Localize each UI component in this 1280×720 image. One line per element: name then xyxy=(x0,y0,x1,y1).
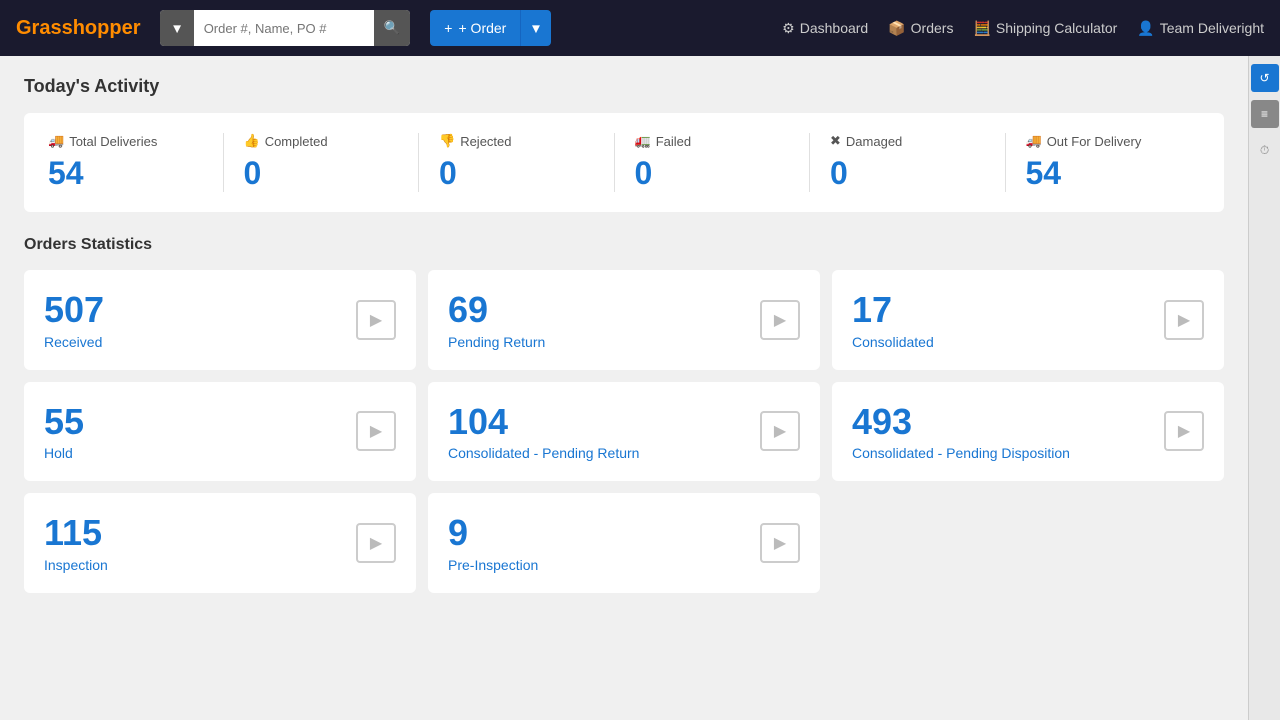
stat-value-inspection: 115 xyxy=(44,513,108,553)
total-deliveries-value: 54 xyxy=(48,155,203,192)
bars-sidebar-button[interactable]: ≡ xyxy=(1251,100,1279,128)
refresh-sidebar-button[interactable]: ↺ xyxy=(1251,64,1279,92)
stat-arrow-inspection[interactable]: ▶ xyxy=(356,523,396,563)
history-sidebar-button[interactable]: ⏱ xyxy=(1251,136,1279,164)
stat-content-pending-return: 69 Pending Return xyxy=(448,290,545,350)
stat-content-received: 507 Received xyxy=(44,290,104,350)
stat-card-inspection[interactable]: 115 Inspection ▶ xyxy=(24,493,416,593)
failed-label: 🚛 Failed xyxy=(635,133,790,149)
activity-out-for-delivery: 🚚 Out For Delivery 54 xyxy=(1006,133,1201,192)
stat-label-consolidated-pending-return: Consolidated - Pending Return xyxy=(448,445,639,461)
stat-label-consolidated: Consolidated xyxy=(852,334,934,350)
search-icon: 🔍 xyxy=(384,20,401,36)
app-logo: Grasshopper xyxy=(16,17,140,40)
add-order-dropdown-button[interactable]: ▼ xyxy=(520,10,550,46)
thumb-down-icon: 👎 xyxy=(439,133,455,149)
stat-card-pre-inspection[interactable]: 9 Pre-Inspection ▶ xyxy=(428,493,820,593)
stat-label-pre-inspection: Pre-Inspection xyxy=(448,557,538,573)
nav-shipping[interactable]: 🧮 Shipping Calculator xyxy=(973,20,1117,37)
stat-content-pre-inspection: 9 Pre-Inspection xyxy=(448,513,538,573)
search-input[interactable] xyxy=(194,10,374,46)
dashboard-icon: ⚙ xyxy=(782,20,795,37)
stat-value-pending-return: 69 xyxy=(448,290,545,330)
truck-icon: 🚚 xyxy=(48,133,64,149)
main-content: Today's Activity 🚚 Total Deliveries 54 👍… xyxy=(0,56,1248,613)
stat-card-consolidated-pending-disposition[interactable]: 493 Consolidated - Pending Disposition ▶ xyxy=(832,382,1224,482)
main-nav: ⚙ Dashboard 📦 Orders 🧮 Shipping Calculat… xyxy=(782,20,1264,37)
rejected-label: 👎 Rejected xyxy=(439,133,594,149)
out-for-delivery-label: 🚚 Out For Delivery xyxy=(1026,133,1181,149)
stat-value-pre-inspection: 9 xyxy=(448,513,538,553)
stat-content-consolidated-pending-disposition: 493 Consolidated - Pending Disposition xyxy=(852,402,1070,462)
nav-team[interactable]: 👤 Team Deliveright xyxy=(1137,20,1264,37)
search-button[interactable]: 🔍 xyxy=(374,10,411,46)
stat-arrow-received[interactable]: ▶ xyxy=(356,300,396,340)
nav-dashboard[interactable]: ⚙ Dashboard xyxy=(782,20,868,37)
failed-value: 0 xyxy=(635,155,790,192)
header: Grasshopper ▼ 🔍 + + Order ▼ ⚙ Dashboard … xyxy=(0,0,1280,56)
activity-card: 🚚 Total Deliveries 54 👍 Completed 0 👎 Re… xyxy=(24,113,1224,212)
out-delivery-icon: 🚚 xyxy=(1026,133,1042,149)
damage-icon: ✖ xyxy=(830,133,841,149)
damaged-value: 0 xyxy=(830,155,985,192)
stats-grid: 507 Received ▶ 69 Pending Return ▶ 17 Co… xyxy=(24,270,1224,593)
activity-rejected: 👎 Rejected 0 xyxy=(419,133,615,192)
stat-content-consolidated: 17 Consolidated xyxy=(852,290,934,350)
add-order-label: + Order xyxy=(458,20,506,36)
stat-content-consolidated-pending-return: 104 Consolidated - Pending Return xyxy=(448,402,639,462)
stat-card-hold[interactable]: 55 Hold ▶ xyxy=(24,382,416,482)
page-title: Today's Activity xyxy=(24,76,1224,97)
stat-value-received: 507 xyxy=(44,290,104,330)
completed-value: 0 xyxy=(244,155,399,192)
orders-icon: 📦 xyxy=(888,20,905,37)
add-order-group: + + Order ▼ xyxy=(422,10,550,46)
stat-arrow-consolidated-pending-disposition[interactable]: ▶ xyxy=(1164,411,1204,451)
nav-team-label: Team Deliveright xyxy=(1160,20,1264,36)
stat-value-consolidated-pending-disposition: 493 xyxy=(852,402,1070,442)
completed-label: 👍 Completed xyxy=(244,133,399,149)
stat-content-hold: 55 Hold xyxy=(44,402,84,462)
filter-icon: ▼ xyxy=(170,21,183,36)
stat-value-consolidated-pending-return: 104 xyxy=(448,402,639,442)
stat-value-consolidated: 17 xyxy=(852,290,934,330)
sidebar-right: ↺ ≡ ⏱ xyxy=(1248,56,1280,720)
nav-dashboard-label: Dashboard xyxy=(800,20,869,36)
stat-label-consolidated-pending-disposition: Consolidated - Pending Disposition xyxy=(852,445,1070,461)
rejected-value: 0 xyxy=(439,155,594,192)
fail-icon: 🚛 xyxy=(635,133,651,149)
stat-value-hold: 55 xyxy=(44,402,84,442)
shipping-icon: 🧮 xyxy=(973,20,990,37)
stat-card-received[interactable]: 507 Received ▶ xyxy=(24,270,416,370)
stat-arrow-consolidated[interactable]: ▶ xyxy=(1164,300,1204,340)
stat-arrow-consolidated-pending-return[interactable]: ▶ xyxy=(760,411,800,451)
stat-card-consolidated-pending-return[interactable]: 104 Consolidated - Pending Return ▶ xyxy=(428,382,820,482)
nav-orders-label: Orders xyxy=(911,20,954,36)
stat-card-consolidated[interactable]: 17 Consolidated ▶ xyxy=(832,270,1224,370)
activity-failed: 🚛 Failed 0 xyxy=(615,133,811,192)
stat-arrow-pending-return[interactable]: ▶ xyxy=(760,300,800,340)
activity-damaged: ✖ Damaged 0 xyxy=(810,133,1006,192)
search-wrapper: ▼ 🔍 xyxy=(160,10,410,46)
stat-card-pending-return[interactable]: 69 Pending Return ▶ xyxy=(428,270,820,370)
out-for-delivery-value: 54 xyxy=(1026,155,1181,192)
stat-label-pending-return: Pending Return xyxy=(448,334,545,350)
total-deliveries-label: 🚚 Total Deliveries xyxy=(48,133,203,149)
activity-completed: 👍 Completed 0 xyxy=(224,133,420,192)
orders-statistics-title: Orders Statistics xyxy=(24,236,1224,254)
stat-label-received: Received xyxy=(44,334,104,350)
nav-orders[interactable]: 📦 Orders xyxy=(888,20,953,37)
stat-label-inspection: Inspection xyxy=(44,557,108,573)
stat-arrow-hold[interactable]: ▶ xyxy=(356,411,396,451)
plus-icon: + xyxy=(444,20,452,36)
filter-button[interactable]: ▼ xyxy=(160,10,193,46)
stat-content-inspection: 115 Inspection xyxy=(44,513,108,573)
add-order-button[interactable]: + + Order xyxy=(430,10,520,46)
thumb-up-icon: 👍 xyxy=(244,133,260,149)
nav-shipping-label: Shipping Calculator xyxy=(996,20,1117,36)
stat-label-hold: Hold xyxy=(44,445,84,461)
activity-total-deliveries: 🚚 Total Deliveries 54 xyxy=(48,133,224,192)
stat-arrow-pre-inspection[interactable]: ▶ xyxy=(760,523,800,563)
damaged-label: ✖ Damaged xyxy=(830,133,985,149)
team-icon: 👤 xyxy=(1137,20,1154,37)
